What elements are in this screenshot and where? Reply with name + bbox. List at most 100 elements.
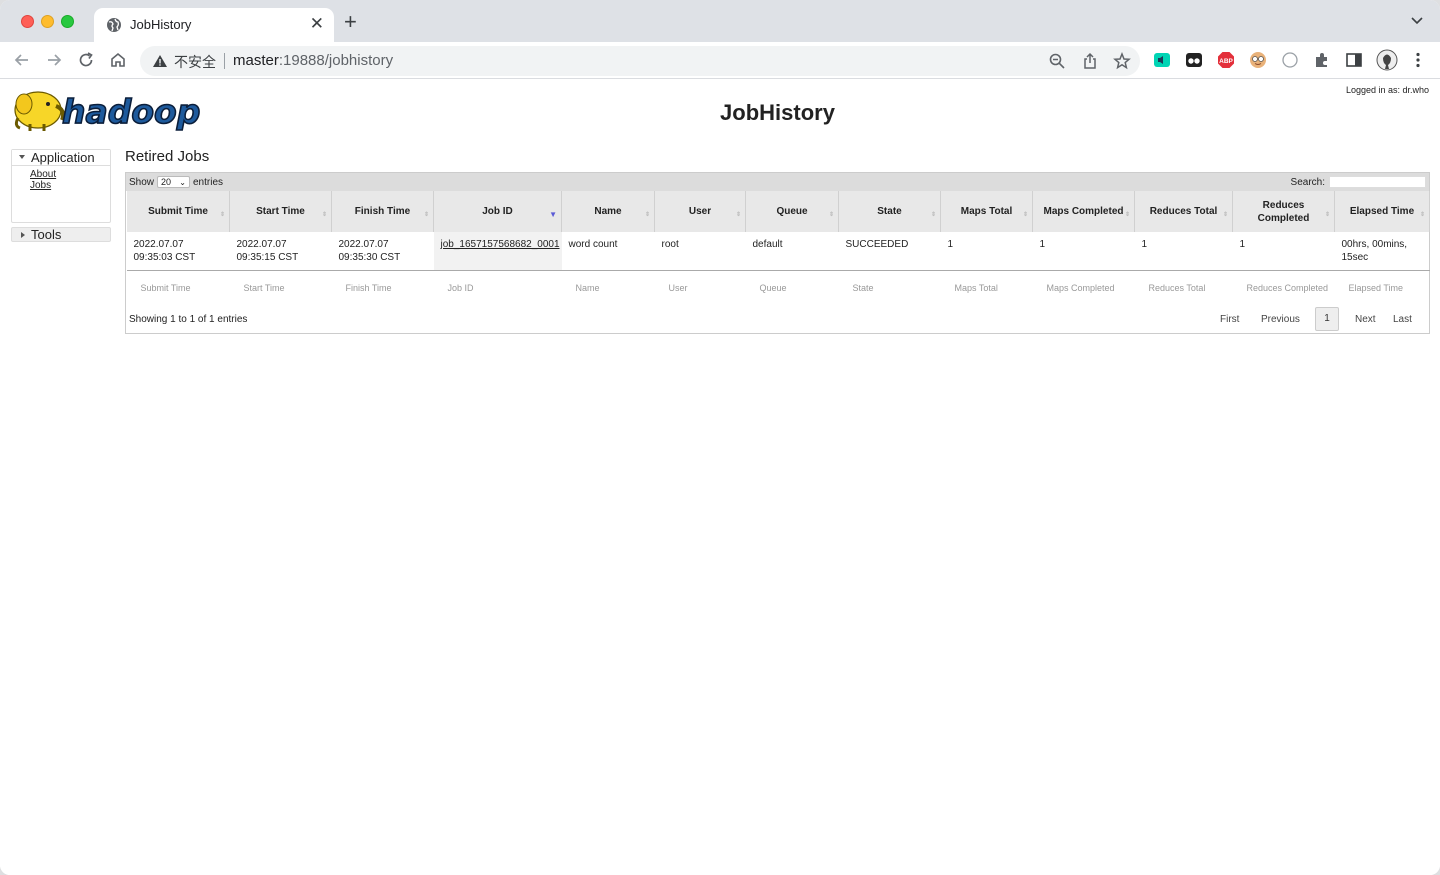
- application-section-header[interactable]: Application: [12, 150, 110, 166]
- column-header-label: Elapsed Time: [1349, 206, 1415, 217]
- job-id-link[interactable]: job_1657157568682_0001: [441, 239, 560, 250]
- footer-filter-maps-completed[interactable]: Maps Completed: [1033, 270, 1135, 300]
- footer-filter-name[interactable]: Name: [562, 270, 655, 300]
- sort-icon: ⇕: [644, 212, 650, 218]
- show-label: Show: [129, 177, 155, 188]
- share-icon[interactable]: [1081, 52, 1099, 70]
- circle-extension-icon[interactable]: [1281, 51, 1299, 69]
- sort-icon: ⇕: [1124, 212, 1130, 218]
- sort-icon: ⇕: [1324, 212, 1330, 218]
- column-header-elapsed-time[interactable]: Elapsed Time ⇕: [1334, 191, 1430, 232]
- profile-avatar-icon[interactable]: [1376, 49, 1398, 71]
- zoom-icon[interactable]: [1048, 52, 1066, 70]
- footer-filter-state[interactable]: State: [839, 270, 941, 300]
- nav-link-jobs[interactable]: Jobs: [30, 180, 110, 191]
- tab-jobhistory[interactable]: JobHistory ✕: [94, 8, 334, 42]
- address-divider: [224, 53, 225, 69]
- insecure-label[interactable]: 不安全: [174, 52, 216, 72]
- side-navigation: Application About Jobs Tools: [11, 149, 111, 242]
- column-header-finish-time[interactable]: Finish Time ⇕: [331, 191, 434, 232]
- side-panel-icon[interactable]: [1345, 51, 1363, 69]
- footer-filter-finish-time[interactable]: Finish Time: [332, 270, 434, 300]
- sort-icon: ⇕: [735, 212, 741, 218]
- back-icon[interactable]: [12, 50, 32, 70]
- puzzle-icon[interactable]: [1313, 51, 1331, 69]
- warning-icon[interactable]: [152, 53, 168, 69]
- sound-extension-icon[interactable]: [1153, 51, 1171, 69]
- column-header-start-time[interactable]: Start Time ⇕: [229, 191, 332, 232]
- cell-queue: default: [745, 232, 839, 271]
- cell-state: SUCCEEDED: [838, 232, 941, 271]
- pager-next-button[interactable]: Next: [1355, 314, 1376, 325]
- footer-filter-reduces-completed[interactable]: Reduces Completed: [1233, 270, 1335, 300]
- sort-descending-icon: ▼: [549, 210, 557, 219]
- column-header-name[interactable]: Name ⇕: [561, 191, 655, 232]
- column-header-queue[interactable]: Queue ⇕: [745, 191, 839, 232]
- column-header-label: Maps Total: [960, 206, 1013, 217]
- entries-label: entries: [193, 177, 224, 188]
- table-header-row: Submit Time ⇕ Start Time ⇕ Finish Time ⇕ Jo…: [126, 191, 1430, 232]
- footer-filter-maps-total[interactable]: Maps Total: [941, 270, 1033, 300]
- pager-current-page[interactable]: 1: [1315, 307, 1339, 331]
- logged-in-label: Logged in as: dr.who: [1345, 85, 1429, 95]
- tools-section-header[interactable]: Tools: [11, 227, 111, 242]
- close-window-button[interactable]: [21, 15, 34, 28]
- footer-filter-job-id[interactable]: Job ID: [434, 270, 562, 300]
- column-header-reduces-completed[interactable]: Reduces Completed ⇕: [1232, 191, 1335, 232]
- nav-link-about[interactable]: About: [30, 169, 110, 180]
- column-header-label: Reduces Total: [1149, 206, 1218, 217]
- search-input[interactable]: [1329, 176, 1426, 188]
- url-text[interactable]: master:19888/jobhistory: [233, 52, 393, 69]
- globe-icon: [107, 18, 121, 32]
- pager-last-button[interactable]: Last: [1393, 314, 1412, 325]
- forward-icon[interactable]: [44, 50, 64, 70]
- column-header-submit-time[interactable]: Submit Time ⇕: [126, 191, 230, 232]
- column-header-state[interactable]: State ⇕: [838, 191, 941, 232]
- jobs-table-wrapper: Show 20 ⌄ entries Search: Submit Time ⇕ …: [125, 172, 1430, 334]
- footer-filter-elapsed-time[interactable]: Elapsed Time: [1335, 270, 1430, 300]
- expanded-triangle-icon: [19, 155, 25, 159]
- column-header-job-id[interactable]: Job ID ▼: [433, 191, 562, 232]
- chevron-down-icon[interactable]: [1410, 14, 1424, 28]
- sort-icon: ⇕: [828, 212, 834, 218]
- minimize-window-button[interactable]: [41, 15, 54, 28]
- cell-maps-completed: 1: [1032, 232, 1135, 271]
- face-extension-icon[interactable]: [1249, 51, 1267, 69]
- maximize-window-button[interactable]: [61, 15, 74, 28]
- page-size-value: 20: [161, 177, 172, 187]
- column-header-reduces-total[interactable]: Reduces Total ⇕: [1134, 191, 1233, 232]
- cell-finish-time: 2022.07.07 09:35:30 CST: [331, 232, 434, 271]
- star-icon[interactable]: [1113, 52, 1131, 70]
- page-size-select[interactable]: 20 ⌄: [157, 176, 190, 188]
- column-header-label: Finish Time: [354, 206, 411, 217]
- sort-icon: ⇕: [219, 212, 225, 218]
- tab-close-icon[interactable]: ✕: [310, 14, 324, 34]
- footer-filter-reduces-total[interactable]: Reduces Total: [1135, 270, 1233, 300]
- sort-icon: ⇕: [1222, 212, 1228, 218]
- table-filter-row: Submit Time Start Time Finish Time Job I…: [127, 270, 1430, 300]
- footer-filter-user[interactable]: User: [655, 270, 746, 300]
- more-menu-icon[interactable]: [1409, 51, 1427, 69]
- footer-filter-submit-time[interactable]: Submit Time: [127, 270, 230, 300]
- column-header-label: Maps Completed: [1043, 206, 1124, 217]
- footer-filter-queue[interactable]: Queue: [746, 270, 839, 300]
- footer-filter-start-time[interactable]: Start Time: [230, 270, 332, 300]
- new-tab-icon[interactable]: +: [344, 10, 357, 34]
- home-icon[interactable]: [108, 50, 128, 70]
- column-header-maps-completed[interactable]: Maps Completed ⇕: [1032, 191, 1135, 232]
- column-header-label: State: [877, 206, 902, 217]
- address-bar[interactable]: 不安全 master:19888/jobhistory: [140, 46, 1140, 76]
- column-header-maps-total[interactable]: Maps Total ⇕: [940, 191, 1033, 232]
- tools-label: Tools: [31, 227, 62, 242]
- pager-first-button[interactable]: First: [1220, 314, 1239, 325]
- glasses-extension-icon[interactable]: [1185, 51, 1203, 69]
- adblock-icon[interactable]: ABP: [1217, 51, 1235, 69]
- pagination: First Previous 1 Next Last: [1217, 307, 1427, 331]
- column-header-user[interactable]: User ⇕: [654, 191, 746, 232]
- reload-icon[interactable]: [76, 50, 96, 70]
- pager-previous-button[interactable]: Previous: [1261, 314, 1300, 325]
- sort-icon: ⇕: [321, 212, 327, 218]
- url-host: master: [233, 52, 279, 69]
- cell-reduces-total: 1: [1134, 232, 1233, 271]
- cell-submit-time: 2022.07.07 09:35:03 CST: [126, 232, 230, 271]
